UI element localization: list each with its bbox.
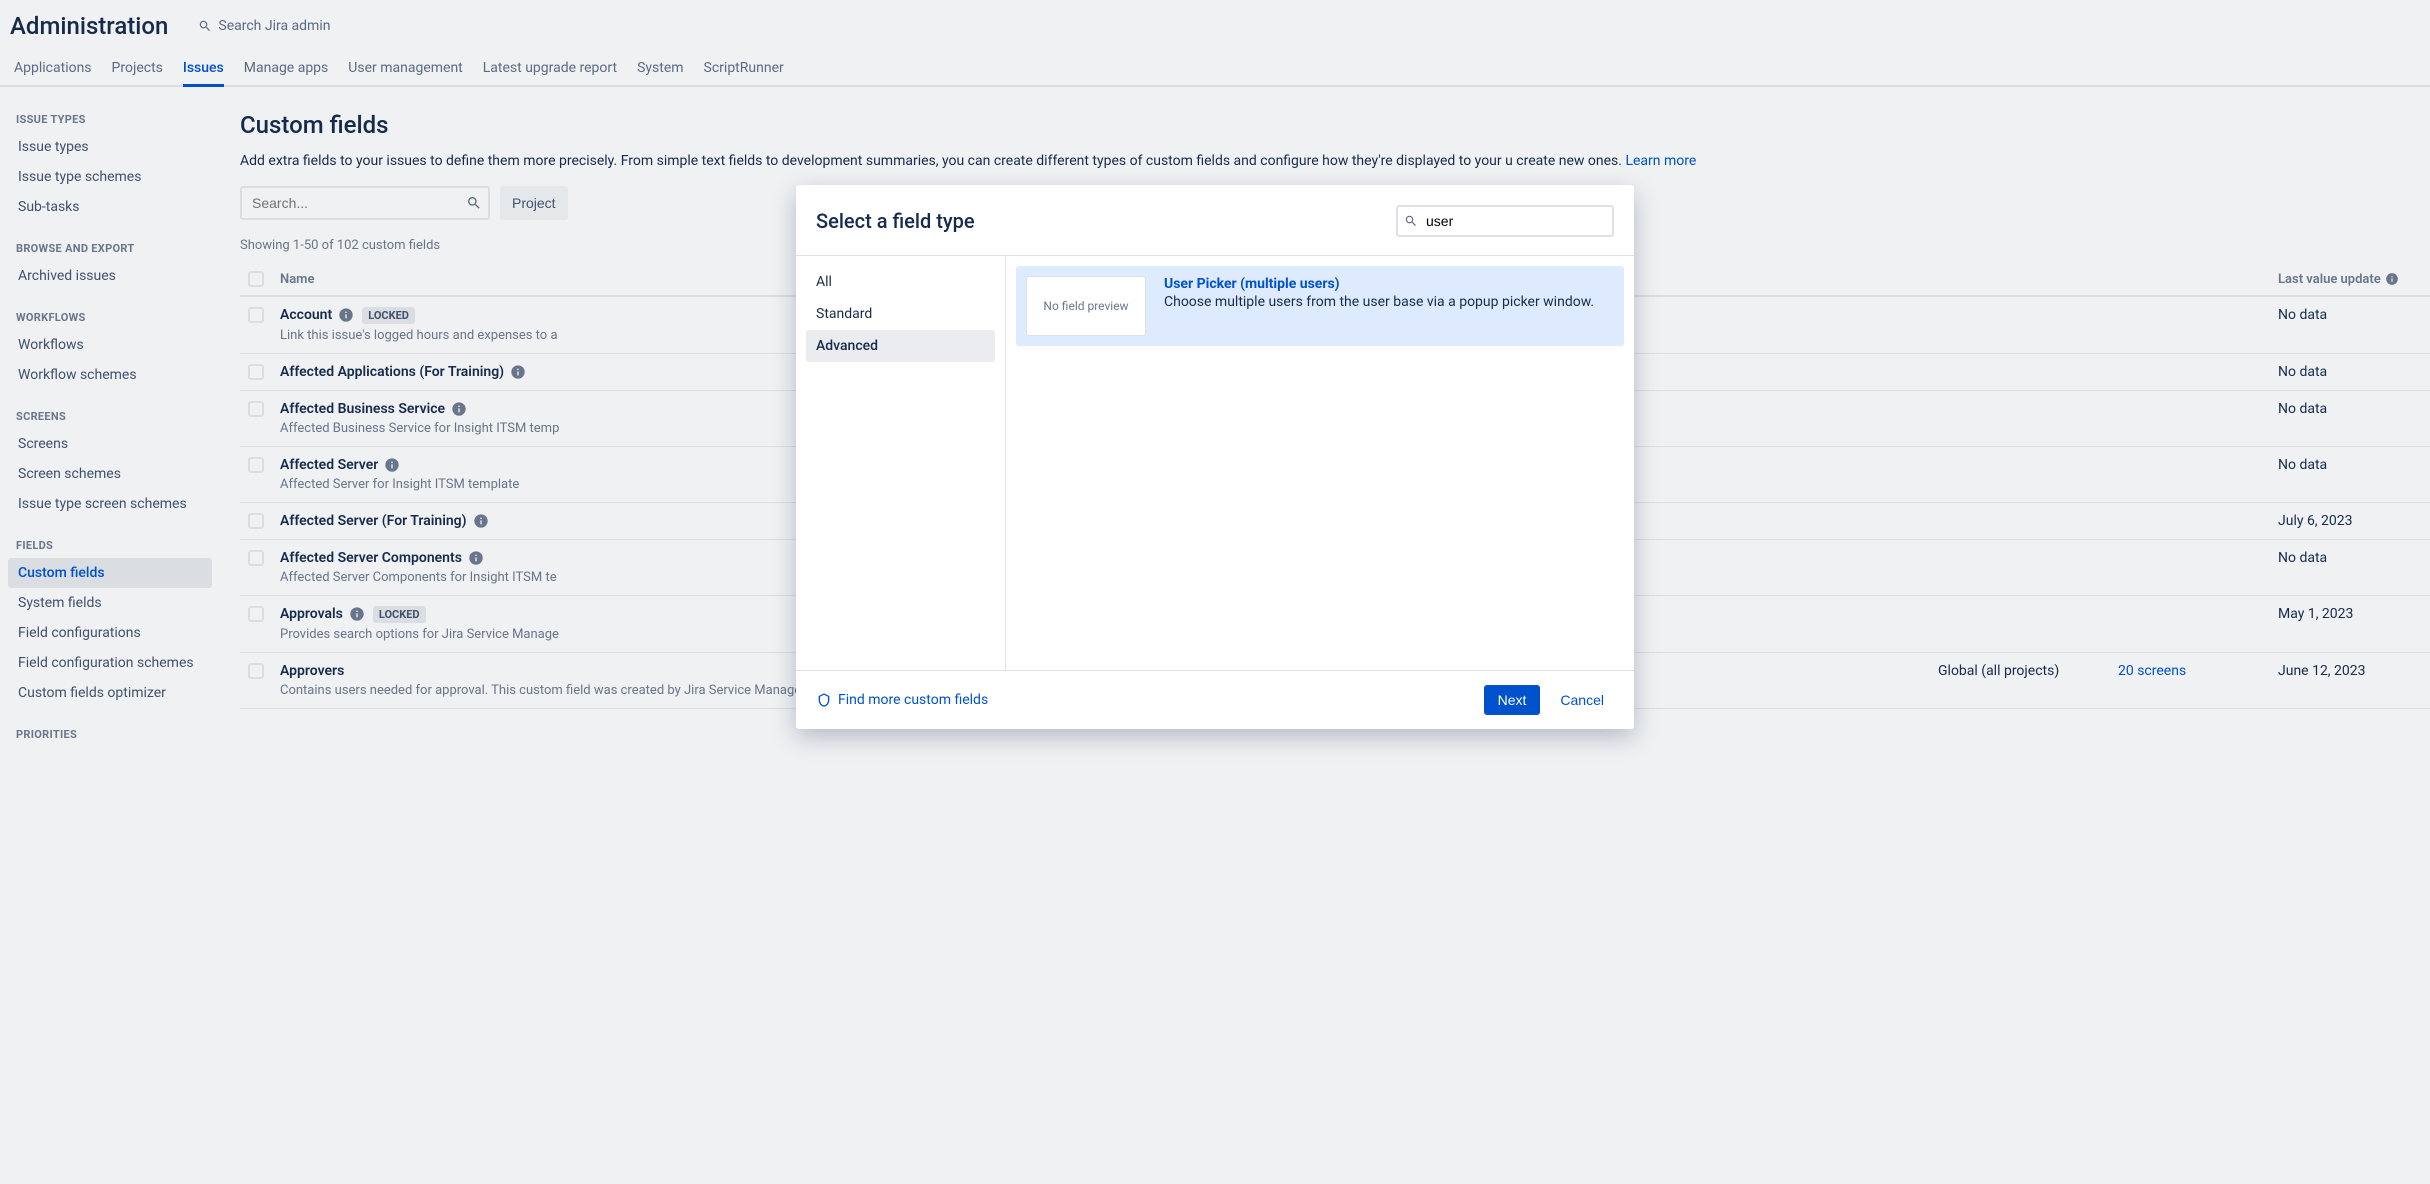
category-advanced[interactable]: Advanced xyxy=(806,330,995,362)
modal-overlay[interactable]: Select a field type All Standard Advance… xyxy=(0,0,2430,1184)
field-type-categories: All Standard Advanced xyxy=(796,256,1006,670)
modal-title: Select a field type xyxy=(816,209,975,233)
next-button[interactable]: Next xyxy=(1484,685,1541,715)
find-more-link[interactable]: Find more custom fields xyxy=(816,692,988,708)
marketplace-icon xyxy=(816,692,832,708)
cancel-button[interactable]: Cancel xyxy=(1550,685,1614,715)
modal-search-input[interactable] xyxy=(1396,205,1614,237)
field-type-description: Choose multiple users from the user base… xyxy=(1164,294,1614,310)
search-icon xyxy=(1404,214,1418,228)
field-type-name: User Picker (multiple users) xyxy=(1164,276,1614,292)
modal-search[interactable] xyxy=(1396,205,1614,237)
category-all[interactable]: All xyxy=(806,266,995,298)
field-type-user-picker-multiple[interactable]: No field preview User Picker (multiple u… xyxy=(1016,266,1624,346)
select-field-type-modal: Select a field type All Standard Advance… xyxy=(796,185,1634,729)
category-standard[interactable]: Standard xyxy=(806,298,995,330)
field-preview: No field preview xyxy=(1026,276,1146,336)
